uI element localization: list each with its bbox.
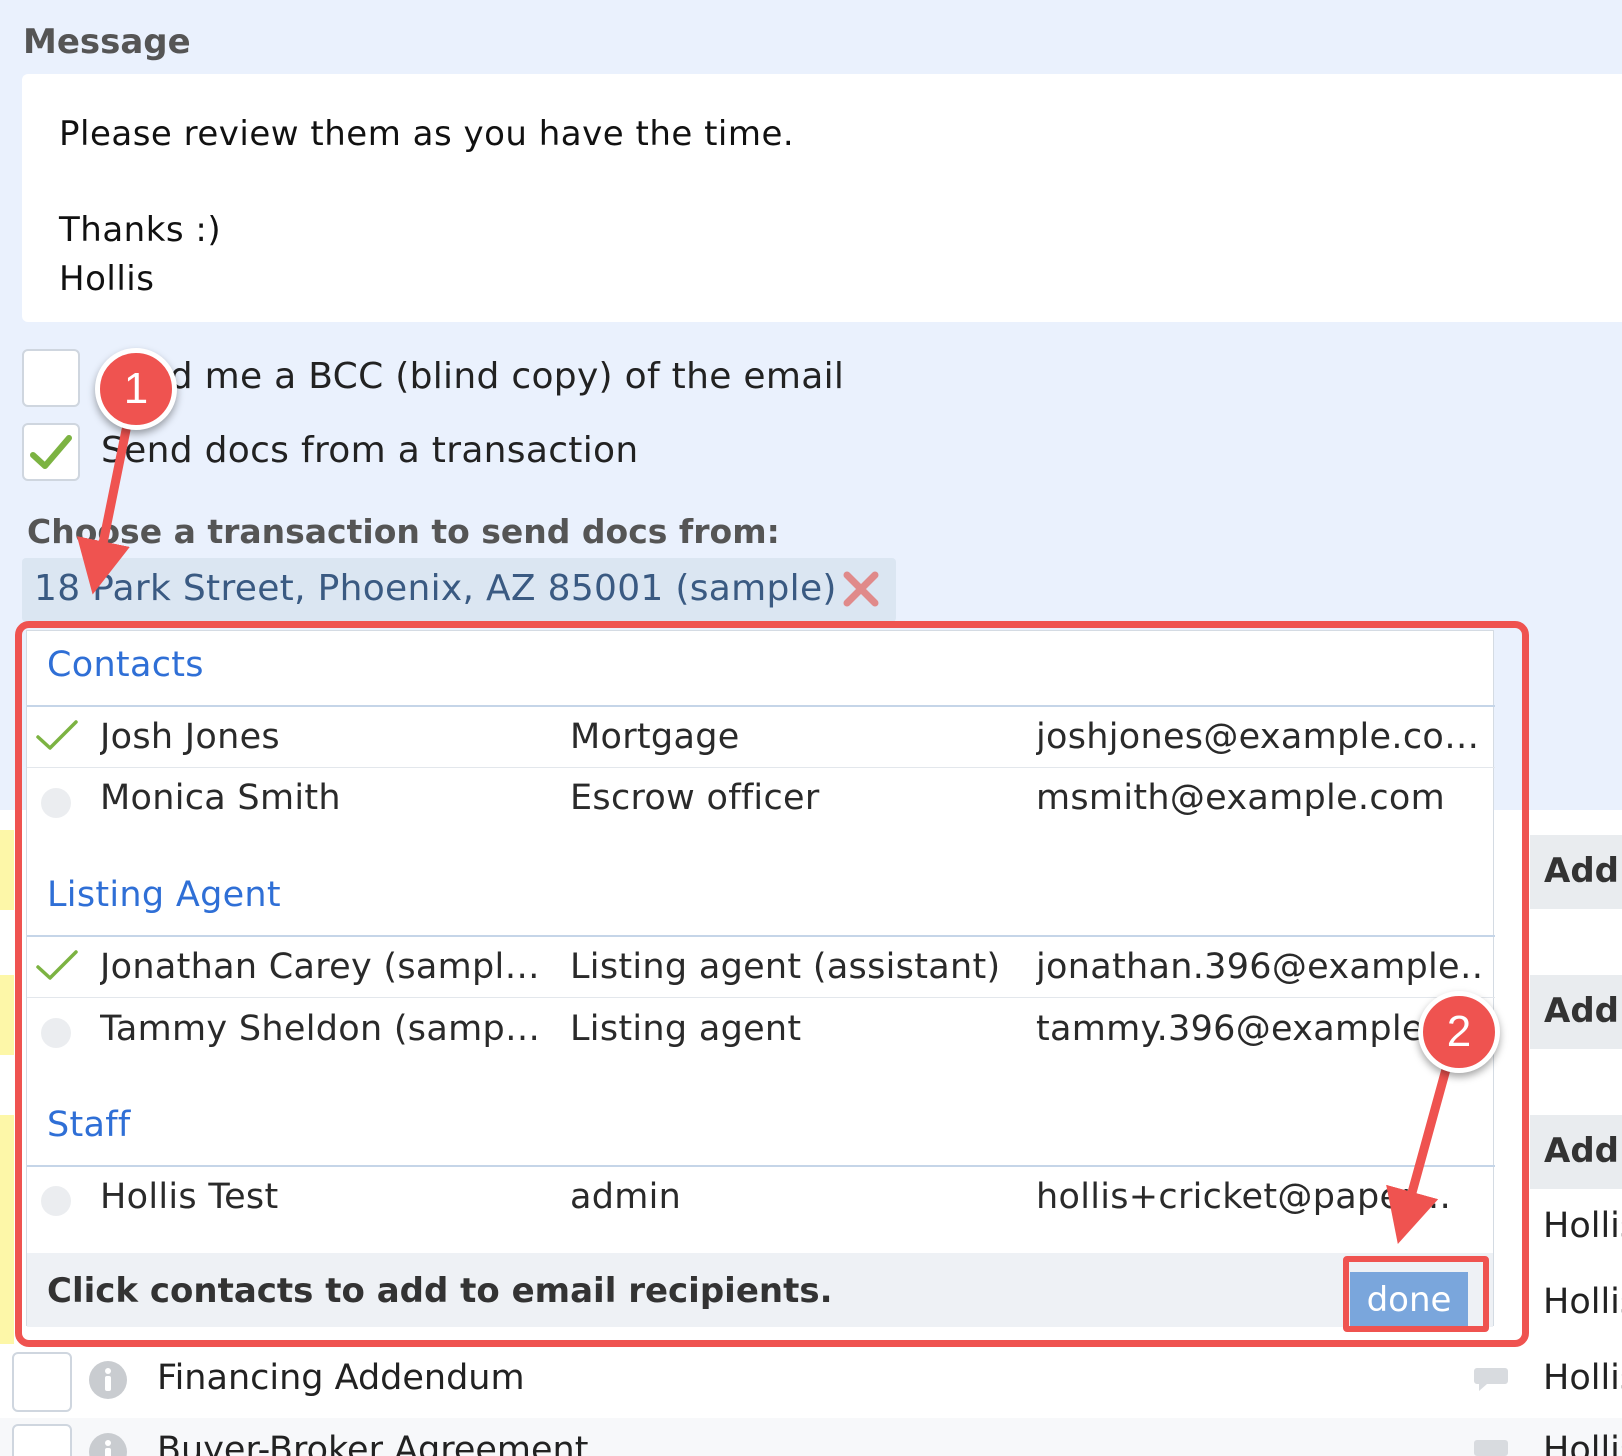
- bcc-label[interactable]: Send me a BCC (blind copy) of the email: [101, 356, 844, 397]
- bcc-checkbox[interactable]: [22, 349, 80, 407]
- add-button-label: Add: [1544, 851, 1619, 891]
- info-icon[interactable]: [88, 1432, 128, 1456]
- doc-owner: Hollis: [1543, 1430, 1622, 1456]
- row-highlight: [0, 830, 14, 910]
- highlight-box: [1343, 1256, 1489, 1332]
- add-button-label: Add: [1544, 991, 1619, 1031]
- comment-icon[interactable]: [1473, 1366, 1509, 1394]
- message-line: Thanks :): [59, 210, 222, 250]
- add-button[interactable]: Add: [1530, 835, 1622, 909]
- check-icon: [30, 435, 72, 469]
- highlight-box: [15, 621, 1529, 1347]
- comment-icon[interactable]: [1473, 1438, 1509, 1456]
- message-label: Message: [23, 22, 191, 62]
- info-icon[interactable]: [88, 1360, 128, 1400]
- step-1-callout: 1: [95, 348, 177, 430]
- send-docs-checkbox[interactable]: [22, 423, 80, 481]
- add-button[interactable]: Add: [1530, 1115, 1622, 1189]
- message-line: Please review them as you have the time.: [59, 114, 795, 154]
- row-highlight: [0, 975, 14, 1055]
- add-button-label: Add: [1544, 1131, 1619, 1171]
- doc-name[interactable]: Buyer-Broker Agreement: [157, 1430, 588, 1456]
- doc-owner: Hollis: [1543, 1206, 1622, 1246]
- choose-transaction-label: Choose a transaction to send docs from:: [27, 512, 780, 551]
- transaction-select[interactable]: 18 Park Street, Phoenix, AZ 85001 (sampl…: [22, 558, 896, 622]
- message-line: Hollis: [59, 259, 155, 299]
- close-icon[interactable]: [842, 570, 880, 608]
- message-textarea[interactable]: Please review them as you have the time.…: [22, 74, 1622, 322]
- transaction-selected-value: 18 Park Street, Phoenix, AZ 85001 (sampl…: [34, 568, 837, 609]
- step-2-callout: 2: [1418, 991, 1500, 1073]
- table-row[interactable]: Buyer-Broker Agreement Hollis: [0, 1418, 1622, 1456]
- add-button[interactable]: Add: [1530, 975, 1622, 1049]
- table-row[interactable]: Financing Addendum Hollis: [0, 1344, 1622, 1418]
- doc-owner: Hollis: [1543, 1358, 1622, 1398]
- doc-name[interactable]: Financing Addendum: [157, 1358, 525, 1398]
- send-docs-label[interactable]: Send docs from a transaction: [101, 430, 638, 471]
- doc-checkbox[interactable]: [12, 1424, 72, 1456]
- doc-checkbox[interactable]: [12, 1352, 72, 1412]
- doc-owner: Hollis: [1543, 1282, 1622, 1322]
